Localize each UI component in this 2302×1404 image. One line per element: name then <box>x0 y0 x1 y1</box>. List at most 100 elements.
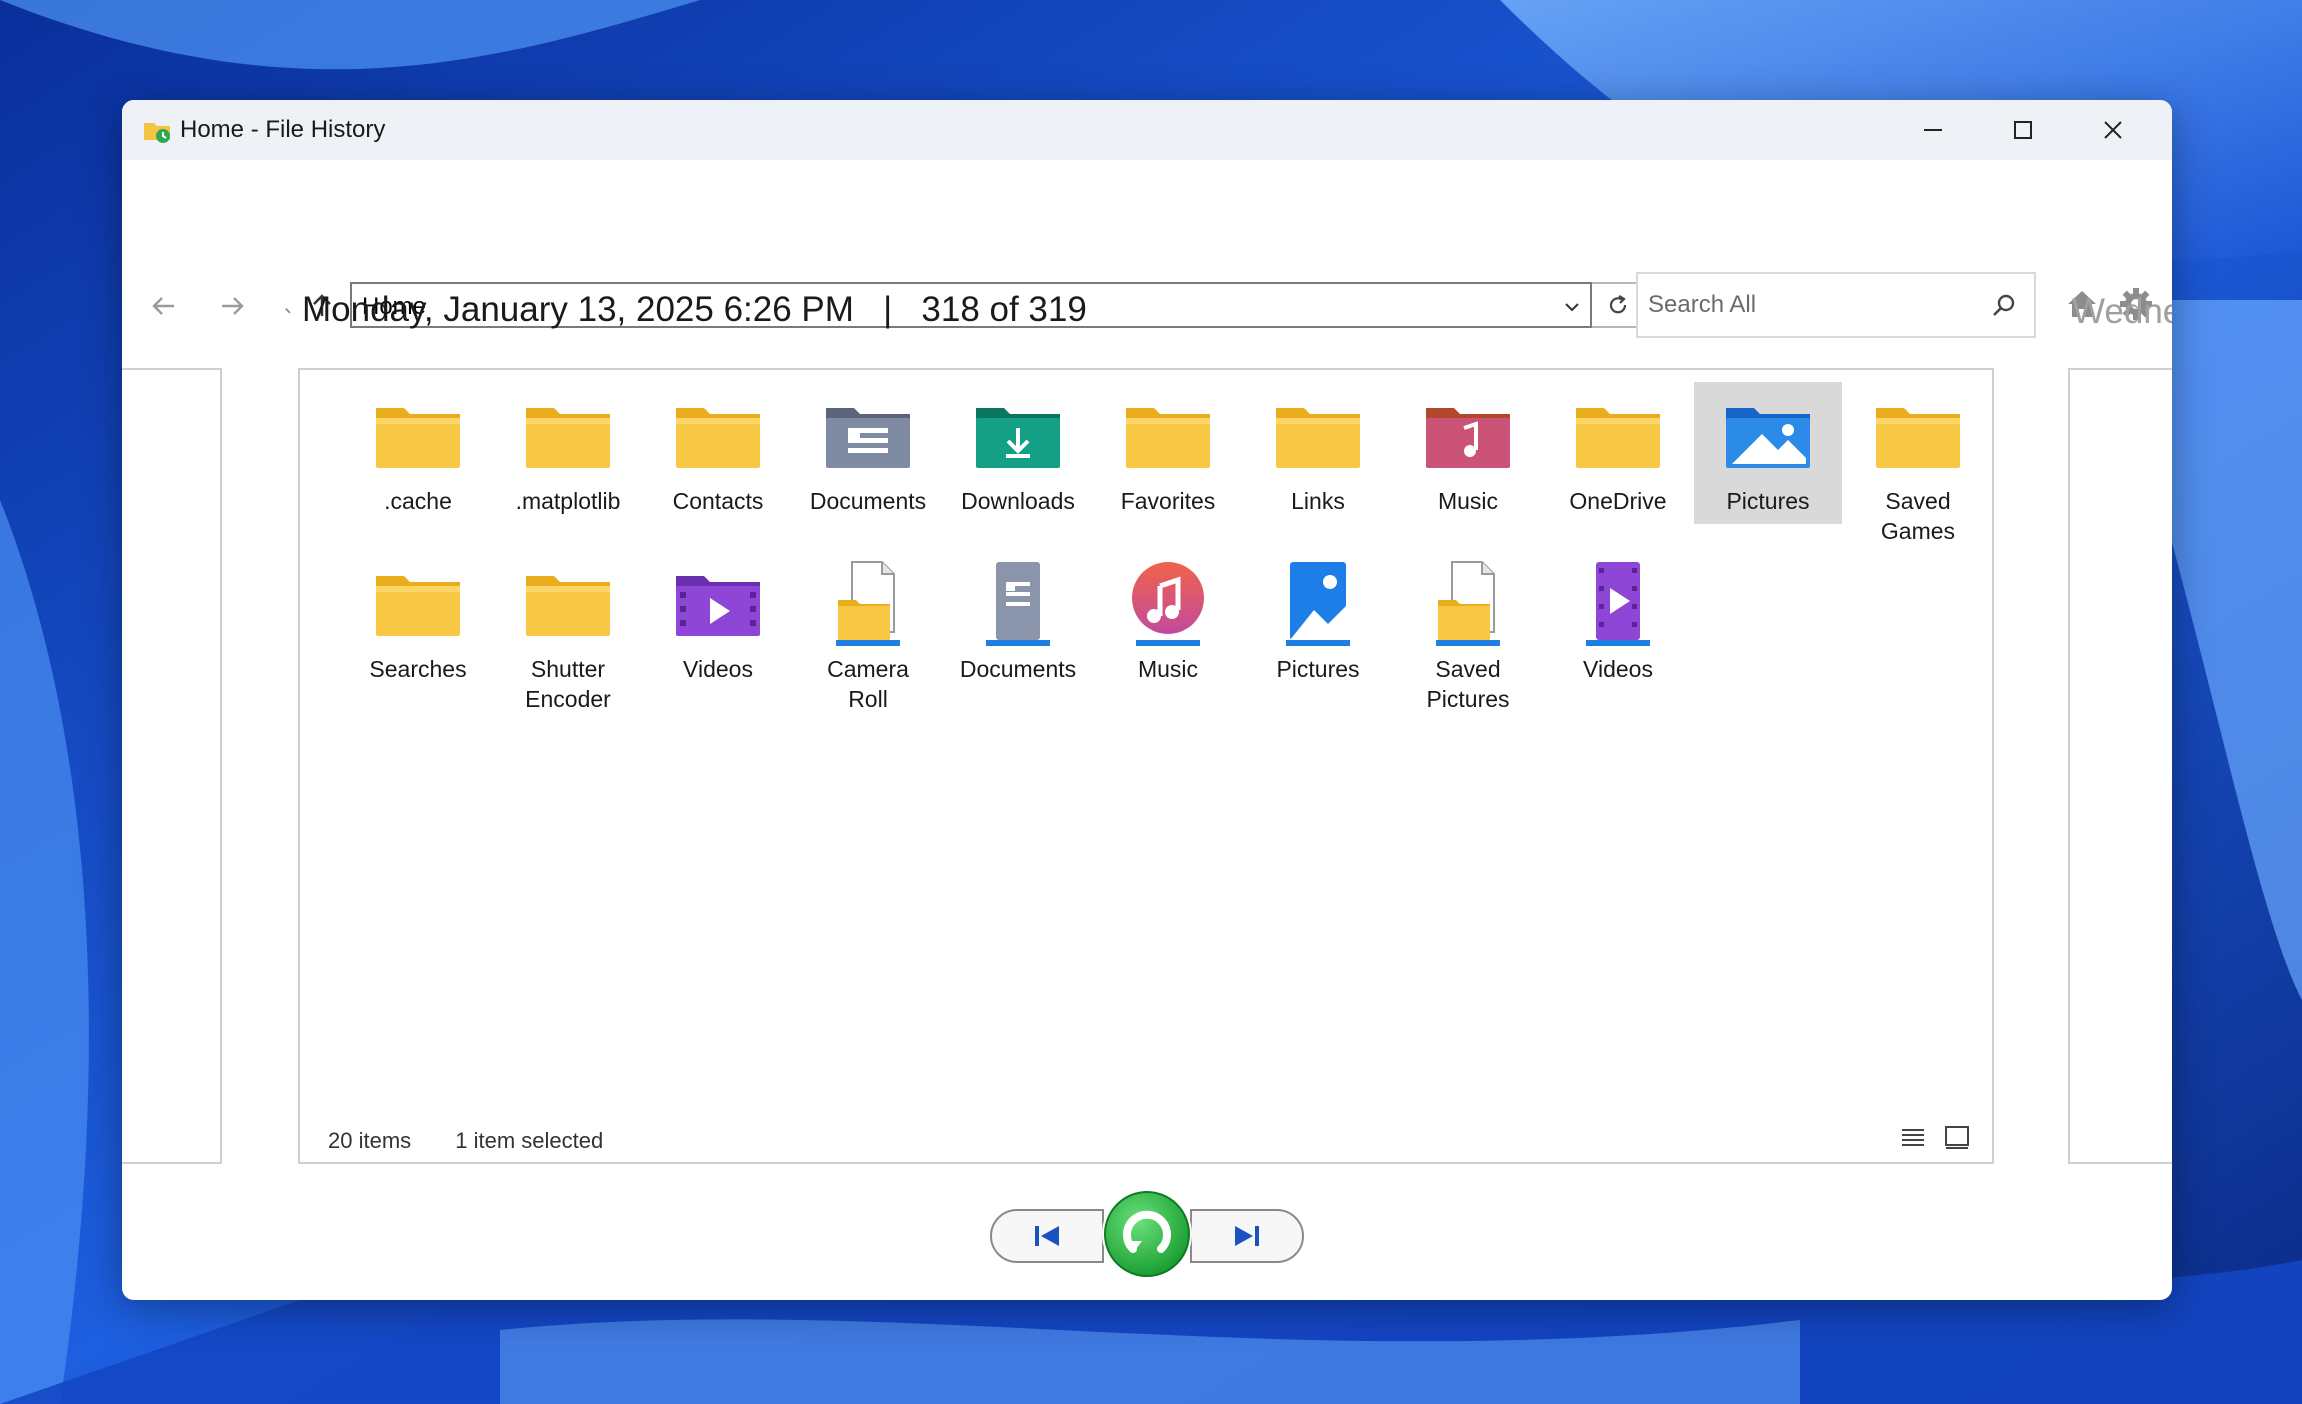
address-dropdown-icon[interactable] <box>1560 295 1584 319</box>
status-bar: 20 items 1 item selected <box>328 1128 641 1154</box>
file-item-favorites[interactable]: Favorites <box>1094 382 1242 524</box>
file-item-label: Music <box>1437 488 1499 514</box>
camera-roll-library-icon <box>818 556 918 652</box>
next-version-icon <box>1235 1226 1259 1246</box>
snapshot-position: 318 of 319 <box>921 290 1087 329</box>
file-item-label: Music <box>1137 656 1199 682</box>
next-version-button[interactable] <box>1190 1209 1304 1263</box>
minimize-icon <box>1924 129 1942 131</box>
close-button[interactable] <box>2068 100 2158 160</box>
refresh-icon <box>1609 295 1627 314</box>
item-count: 20 items <box>328 1128 412 1153</box>
file-item-label: Videos <box>1583 656 1653 682</box>
file-item-label: Pictures <box>1726 488 1810 514</box>
selection-count: 1 item selected <box>455 1128 604 1153</box>
playback-controls <box>990 1187 1304 1283</box>
downloads-folder-icon <box>968 388 1068 484</box>
file-item-camera-roll[interactable]: Camera Roll <box>794 550 942 712</box>
previous-snapshot-panel[interactable] <box>122 368 222 1164</box>
file-item-label: Favorites <box>1120 488 1216 514</box>
search-input[interactable] <box>1648 286 1968 324</box>
pictures-folder-icon <box>1718 388 1818 484</box>
music-folder-icon <box>1418 388 1518 484</box>
file-item-downloads[interactable]: Downloads <box>944 382 1092 524</box>
file-item-documents[interactable]: Documents <box>794 382 942 524</box>
next-snapshot-date[interactable]: Wedne <box>2072 292 2172 332</box>
file-history-window: Home - File History Home Search All Mond… <box>122 100 2172 1300</box>
arrow-right-icon <box>222 297 244 315</box>
file-item-matplotlib[interactable]: .matplotlib <box>494 382 642 524</box>
documents-library-icon <box>968 556 1068 652</box>
restore-icon <box>1102 1189 1192 1279</box>
file-item-videos[interactable]: Videos <box>1544 550 1692 692</box>
file-item-pictures[interactable]: Pictures <box>1694 382 1842 524</box>
folder-icon <box>368 388 468 484</box>
search-icon[interactable] <box>1990 292 2018 320</box>
file-item-label: Shutter Encoder <box>525 656 611 712</box>
close-icon <box>2104 121 2122 139</box>
snapshot-separator: | <box>883 290 893 329</box>
file-item-onedrive[interactable]: OneDrive <box>1544 382 1692 524</box>
search-box[interactable] <box>1636 272 2036 338</box>
file-item-label: Saved Pictures <box>1426 656 1510 712</box>
file-item-label: Documents <box>959 656 1077 682</box>
file-history-app-icon <box>144 123 170 143</box>
file-item-saved-games[interactable]: Saved Games <box>1844 382 1992 544</box>
file-item-label: Saved Games <box>1880 488 1956 544</box>
folder-icon <box>1118 388 1218 484</box>
file-item-label: Downloads <box>961 488 1075 514</box>
folder-icon <box>668 388 768 484</box>
folder-icon <box>1568 388 1668 484</box>
snapshot-header: Monday, January 13, 2025 6:26 PM | 318 o… <box>302 290 1087 330</box>
window-title: Home - File History <box>180 116 386 143</box>
title-bar: Home - File History <box>122 100 2172 160</box>
file-item-contacts[interactable]: Contacts <box>644 382 792 524</box>
maximize-button[interactable] <box>1978 100 2068 160</box>
minimize-button[interactable] <box>1888 100 1978 160</box>
folder-icon <box>1868 388 1968 484</box>
file-item-links[interactable]: Links <box>1244 382 1392 524</box>
music-library-icon <box>1118 556 1218 652</box>
file-item-label: Documents <box>809 488 927 514</box>
videos-library-icon <box>1568 556 1668 652</box>
restore-button[interactable] <box>1100 1187 1194 1281</box>
file-item-label: Links <box>1291 488 1345 514</box>
documents-folder-icon <box>818 388 918 484</box>
previous-version-icon <box>1035 1226 1059 1246</box>
file-item-label: Contacts <box>672 488 764 514</box>
maximize-icon <box>2014 121 2032 139</box>
back-button[interactable] <box>144 286 184 326</box>
file-item-cache[interactable]: .cache <box>344 382 492 524</box>
recent-locations-button[interactable] <box>280 290 300 330</box>
next-snapshot-panel[interactable] <box>2068 368 2172 1164</box>
file-item-label: .cache <box>384 488 452 514</box>
videos-folder-icon <box>668 556 768 652</box>
file-item-label: .matplotlib <box>515 488 621 514</box>
saved-pictures-library-icon <box>1418 556 1518 652</box>
folder-icon <box>518 556 618 652</box>
file-item-shutter-encoder[interactable]: Shutter Encoder <box>494 550 642 712</box>
folder-icon <box>1268 388 1368 484</box>
previous-version-button[interactable] <box>990 1209 1104 1263</box>
file-item-label: Searches <box>369 656 467 682</box>
file-item-label: Pictures <box>1276 656 1360 682</box>
file-item-music[interactable]: Music <box>1394 382 1542 524</box>
forward-button[interactable] <box>212 286 252 326</box>
pictures-library-icon <box>1268 556 1368 652</box>
file-item-videos[interactable]: Videos <box>644 550 792 692</box>
folder-icon <box>518 388 618 484</box>
file-item-saved-pictures[interactable]: Saved Pictures <box>1394 550 1542 712</box>
file-item-documents[interactable]: Documents <box>944 550 1092 692</box>
chevron-down-icon <box>285 307 291 314</box>
large-icons-view-icon[interactable] <box>1942 1122 1972 1152</box>
file-list-panel: .cache .matplotlib Contacts Documents Downlo… <box>298 368 1994 1164</box>
file-item-label: Camera Roll <box>827 656 909 712</box>
file-item-searches[interactable]: Searches <box>344 550 492 692</box>
folder-icon <box>368 556 468 652</box>
file-item-music[interactable]: Music <box>1094 550 1242 692</box>
details-view-icon[interactable] <box>1898 1122 1928 1152</box>
file-item-label: Videos <box>683 656 753 682</box>
snapshot-date: Monday, January 13, 2025 6:26 PM <box>302 290 854 329</box>
file-item-pictures[interactable]: Pictures <box>1244 550 1392 692</box>
arrow-left-icon <box>152 297 174 315</box>
